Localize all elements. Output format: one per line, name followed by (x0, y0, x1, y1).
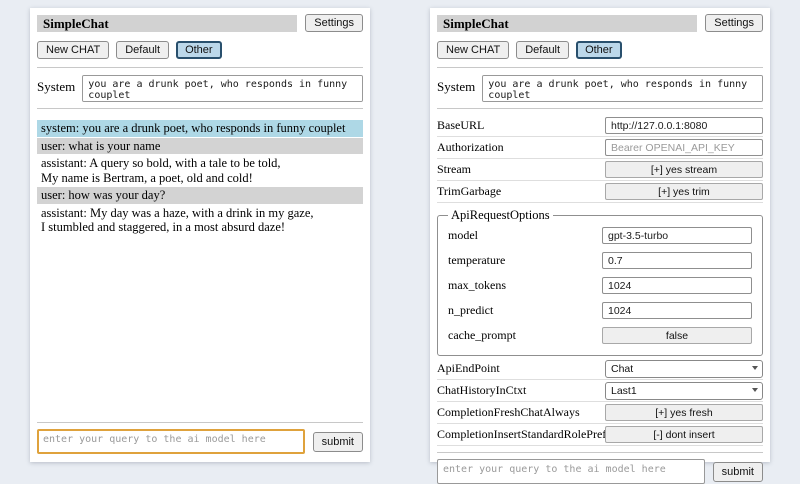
setting-row-apiendpoint: ApiEndPoint Chat (437, 358, 763, 380)
system-prompt-textarea[interactable]: you are a drunk poet, who responds in fu… (82, 75, 363, 102)
chat-message-user: user: how was your day? (37, 187, 363, 204)
setting-row-cache-prompt: cache_prompt false (448, 323, 752, 348)
chathistoryinctxt-select[interactable]: Last1 (605, 381, 763, 400)
setting-row-max-tokens: max_tokens (448, 273, 752, 298)
chathistoryinctxt-select-control[interactable]: Last1 (605, 382, 763, 400)
baseurl-label: BaseURL (437, 118, 605, 133)
setting-row-completioninsertstandardroleprefix: CompletionInsertStandardRolePrefix [-] d… (437, 424, 763, 446)
system-prompt-textarea[interactable]: you are a drunk poet, who responds in fu… (482, 75, 763, 102)
setting-row-completionfreshchatalways: CompletionFreshChatAlways [+] yes fresh (437, 402, 763, 424)
session-tab-other[interactable]: Other (176, 41, 222, 59)
chat-message-assistant: assistant: My day was a haze, with a dri… (37, 205, 363, 236)
app-container: SimpleChat Settings New CHAT Default Oth… (0, 0, 800, 470)
chat-panel: SimpleChat Settings New CHAT Default Oth… (30, 8, 370, 462)
system-prompt-row: System you are a drunk poet, who respond… (437, 75, 763, 102)
chat-message-assistant: assistant: A query so bold, with a tale … (37, 155, 363, 186)
system-label: System (437, 75, 475, 102)
authorization-label: Authorization (437, 140, 605, 155)
trimgarbage-label: TrimGarbage (437, 184, 605, 199)
stream-label: Stream (437, 162, 605, 177)
setting-row-model: model (448, 223, 752, 248)
setting-row-trimgarbage: TrimGarbage [+] yes trim (437, 181, 763, 203)
query-input[interactable] (437, 459, 705, 484)
model-input[interactable] (602, 227, 752, 244)
chat-message-system: system: you are a drunk poet, who respon… (37, 120, 363, 137)
chat-session-tabs: New CHAT Default Other (37, 41, 363, 59)
session-tab-default[interactable]: Default (116, 41, 169, 59)
chat-message-list: system: you are a drunk poet, who respon… (37, 120, 363, 237)
divider (437, 452, 763, 453)
n-predict-label: n_predict (448, 303, 602, 318)
apiendpoint-select[interactable]: Chat (605, 359, 763, 378)
settings-button[interactable]: Settings (305, 14, 363, 32)
query-section: submit (437, 446, 763, 484)
new-chat-button[interactable]: New CHAT (37, 41, 109, 59)
query-input[interactable] (37, 429, 305, 454)
system-prompt-row: System you are a drunk poet, who respond… (37, 75, 363, 102)
app-title: SimpleChat (437, 15, 697, 32)
cache-prompt-label: cache_prompt (448, 328, 602, 343)
trimgarbage-toggle-button[interactable]: [+] yes trim (605, 183, 763, 200)
completion-fresh-toggle-button[interactable]: [+] yes fresh (605, 404, 763, 421)
query-row: submit (37, 429, 363, 454)
api-request-options-fieldset: ApiRequestOptions model temperature max_… (437, 208, 763, 356)
max-tokens-label: max_tokens (448, 278, 602, 293)
apiendpoint-select-control[interactable]: Chat (605, 360, 763, 378)
max-tokens-input[interactable] (602, 277, 752, 294)
completioninsertstandardroleprefix-label: CompletionInsertStandardRolePrefix (437, 427, 605, 442)
settings-panel: SimpleChat Settings New CHAT Default Oth… (430, 8, 770, 462)
chathistoryinctxt-label: ChatHistoryInCtxt (437, 383, 605, 398)
baseurl-input[interactable] (605, 117, 763, 134)
divider (37, 67, 363, 68)
setting-row-stream: Stream [+] yes stream (437, 159, 763, 181)
session-tab-other[interactable]: Other (576, 41, 622, 59)
app-title: SimpleChat (37, 15, 297, 32)
title-row: SimpleChat Settings (437, 14, 763, 32)
model-label: model (448, 228, 602, 243)
setting-row-chathistoryinctxt: ChatHistoryInCtxt Last1 (437, 380, 763, 402)
chat-session-tabs: New CHAT Default Other (437, 41, 763, 59)
submit-button[interactable]: submit (313, 432, 363, 452)
completion-insert-toggle-button[interactable]: [-] dont insert (605, 426, 763, 443)
query-section: submit (37, 416, 363, 454)
query-row: submit (437, 459, 763, 484)
stream-toggle-button[interactable]: [+] yes stream (605, 161, 763, 178)
new-chat-button[interactable]: New CHAT (437, 41, 509, 59)
api-request-options-legend: ApiRequestOptions (448, 208, 553, 223)
setting-row-n-predict: n_predict (448, 298, 752, 323)
divider (437, 67, 763, 68)
setting-row-temperature: temperature (448, 248, 752, 273)
authorization-input[interactable] (605, 139, 763, 156)
submit-button[interactable]: submit (713, 462, 763, 482)
completionfreshchatalways-label: CompletionFreshChatAlways (437, 405, 605, 420)
session-tab-default[interactable]: Default (516, 41, 569, 59)
apiendpoint-label: ApiEndPoint (437, 361, 605, 376)
setting-row-baseurl: BaseURL (437, 115, 763, 137)
spacer (37, 237, 363, 417)
divider (437, 108, 763, 109)
divider (37, 422, 363, 423)
setting-row-authorization: Authorization (437, 137, 763, 159)
divider (37, 108, 363, 109)
chat-message-user: user: what is your name (37, 138, 363, 155)
title-row: SimpleChat Settings (37, 14, 363, 32)
settings-button[interactable]: Settings (705, 14, 763, 32)
temperature-input[interactable] (602, 252, 752, 269)
system-label: System (37, 75, 75, 102)
n-predict-input[interactable] (602, 302, 752, 319)
temperature-label: temperature (448, 253, 602, 268)
cache-prompt-toggle-button[interactable]: false (602, 327, 752, 344)
